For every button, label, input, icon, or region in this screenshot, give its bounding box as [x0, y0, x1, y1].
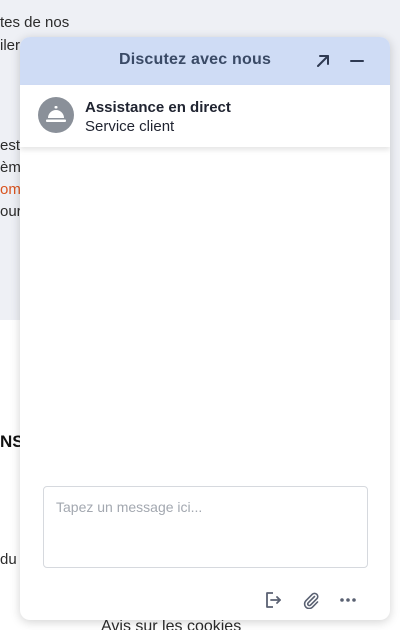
message-input[interactable] [44, 487, 367, 567]
page-link[interactable]: om [0, 181, 21, 198]
page-text: iler [0, 37, 21, 54]
service-bell-icon [38, 97, 74, 133]
chat-widget: Discutez avec nous Assistance en direct … [20, 37, 390, 620]
agent-subtitle: Service client [85, 118, 175, 135]
agent-name: Assistance en direct [85, 99, 231, 116]
message-composer [43, 486, 368, 568]
arrow-up-right-icon[interactable] [311, 49, 335, 73]
exit-chat-icon[interactable] [262, 589, 284, 611]
paperclip-icon[interactable] [300, 589, 322, 611]
page-text: du [0, 551, 17, 568]
chat-header: Discutez avec nous [20, 37, 390, 85]
page-text: tes de nos [0, 14, 70, 31]
more-options-icon[interactable] [337, 589, 359, 611]
page-text: est [0, 137, 21, 154]
page-text: our [0, 203, 22, 220]
minimize-icon[interactable] [345, 49, 369, 73]
agent-bar: Assistance en direct Service client [20, 85, 390, 147]
page-text: èm [0, 159, 21, 176]
